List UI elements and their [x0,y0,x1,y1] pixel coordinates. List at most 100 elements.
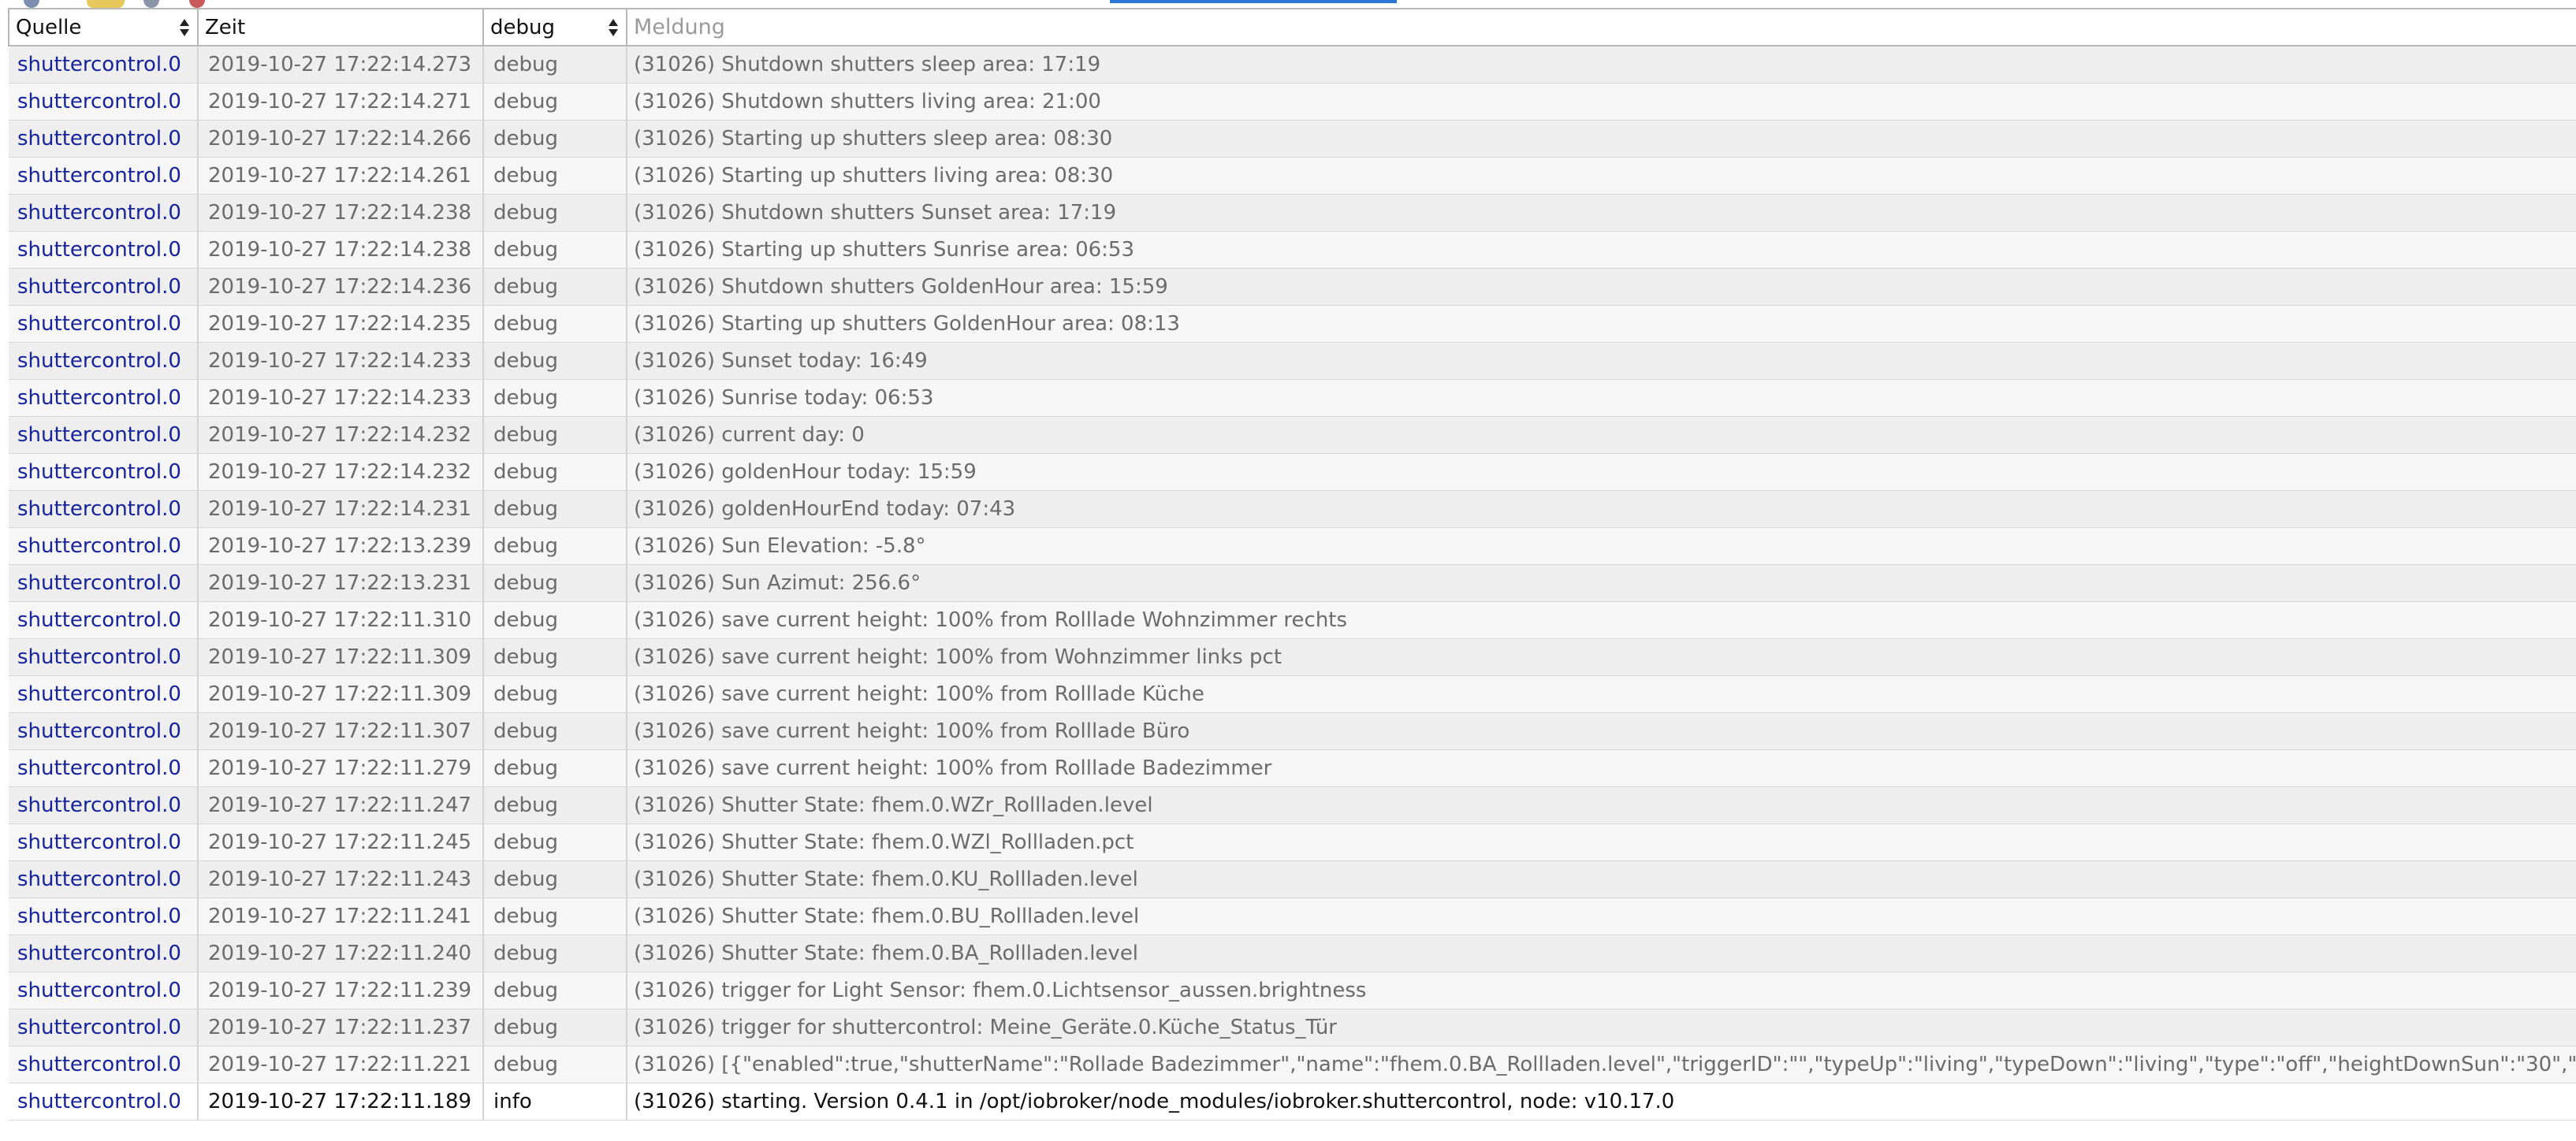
log-time: 2019-10-27 17:22:11.243 [198,860,484,898]
log-time: 2019-10-27 17:22:11.309 [198,638,484,676]
log-source: shuttercontrol.0 [9,157,199,195]
log-severity: debug [483,120,627,158]
log-source: shuttercontrol.0 [9,527,199,565]
log-source: shuttercontrol.0 [9,860,199,898]
log-message: (31026) Starting up shutters living area… [627,157,2576,195]
log-time: 2019-10-27 17:22:14.261 [198,157,484,195]
log-row: shuttercontrol.0 2019-10-27 17:22:14.233 d… [9,379,2576,417]
log-time: 2019-10-27 17:22:14.236 [198,268,484,306]
log-time: 2019-10-27 17:22:11.247 [198,786,484,824]
log-severity: debug [483,898,627,935]
log-severity: debug [483,712,627,750]
log-source: shuttercontrol.0 [9,675,199,713]
log-source: shuttercontrol.0 [9,305,199,343]
log-source: shuttercontrol.0 [9,564,199,602]
source-filter-select[interactable]: Quelle [8,8,199,46]
log-message: (31026) Shutdown shutters sleep area: 17… [627,46,2576,84]
log-severity: debug [483,453,627,491]
log-row: shuttercontrol.0 2019-10-27 17:22:14.238 d… [9,231,2576,269]
log-severity: info [483,1083,627,1121]
log-source: shuttercontrol.0 [9,786,199,824]
toolbar-icon[interactable] [24,0,39,8]
log-row: shuttercontrol.0 2019-10-27 17:22:11.243 d… [9,860,2576,898]
log-severity: debug [483,786,627,824]
log-message: (31026) current day: 0 [627,416,2576,454]
log-severity: debug [483,823,627,861]
toolbar-icon[interactable] [143,0,159,8]
log-message: (31026) Shutter State: fhem.0.WZr_Rollla… [627,786,2576,824]
log-message: (31026) save current height: 100% from W… [627,638,2576,676]
log-time: 2019-10-27 17:22:14.273 [198,46,484,84]
log-severity: debug [483,268,627,306]
message-filter-input[interactable]: Meldung [626,8,2576,46]
log-time: 2019-10-27 17:22:11.221 [198,1046,484,1083]
log-time: 2019-10-27 17:22:14.266 [198,120,484,158]
log-row: shuttercontrol.0 2019-10-27 17:22:13.231 d… [9,564,2576,602]
log-source: shuttercontrol.0 [9,46,199,84]
toolbar-icon[interactable] [87,0,125,8]
log-message: (31026) Shutdown shutters GoldenHour are… [627,268,2576,306]
log-severity: debug [483,83,627,121]
log-message: (31026) Shutter State: fhem.0.KU_Rolllad… [627,860,2576,898]
log-message: (31026) trigger for shuttercontrol: Mein… [627,1009,2576,1046]
log-row: shuttercontrol.0 2019-10-27 17:22:11.247 d… [9,786,2576,824]
log-source: shuttercontrol.0 [9,712,199,750]
log-source: shuttercontrol.0 [9,490,199,528]
log-time: 2019-10-27 17:22:11.241 [198,898,484,935]
log-time: 2019-10-27 17:22:11.189 [198,1083,484,1121]
log-source: shuttercontrol.0 [9,935,199,972]
log-message: (31026) trigger for Light Sensor: fhem.0… [627,972,2576,1009]
log-row: shuttercontrol.0 2019-10-27 17:22:11.240 d… [9,935,2576,972]
log-row: shuttercontrol.0 2019-10-27 17:22:14.271 d… [9,83,2576,121]
log-message: (31026) goldenHour today: 15:59 [627,453,2576,491]
log-severity: debug [483,416,627,454]
log-source: shuttercontrol.0 [9,823,199,861]
log-severity: debug [483,675,627,713]
log-row: shuttercontrol.0 2019-10-27 17:22:14.238 d… [9,194,2576,232]
log-time: 2019-10-27 17:22:11.310 [198,601,484,639]
log-time: 2019-10-27 17:22:14.232 [198,416,484,454]
log-message: (31026) Shutdown shutters living area: 2… [627,83,2576,121]
log-source: shuttercontrol.0 [9,898,199,935]
log-row: shuttercontrol.0 2019-10-27 17:22:11.309 d… [9,638,2576,676]
log-source: shuttercontrol.0 [9,1009,199,1046]
time-column-label: Zeit [205,15,246,39]
log-row: shuttercontrol.0 2019-10-27 17:22:14.261 d… [9,157,2576,195]
log-source: shuttercontrol.0 [9,231,199,269]
toolbar-icon[interactable] [189,0,205,8]
log-row: shuttercontrol.0 2019-10-27 17:22:11.189 i… [9,1083,2576,1121]
log-severity: debug [483,860,627,898]
log-message: (31026) save current height: 100% from R… [627,749,2576,787]
log-severity: debug [483,231,627,269]
select-arrows-icon [180,18,189,36]
severity-filter-select[interactable]: debug [482,8,627,46]
log-message: (31026) save current height: 100% from R… [627,675,2576,713]
log-time: 2019-10-27 17:22:14.233 [198,379,484,417]
log-message: (31026) [{"enabled":true,"shutterName":"… [627,1046,2576,1083]
log-severity: debug [483,749,627,787]
log-message: (31026) Sun Azimut: 256.6° [627,564,2576,602]
message-filter-placeholder: Meldung [634,15,725,39]
log-source: shuttercontrol.0 [9,453,199,491]
log-message: (31026) save current height: 100% from R… [627,712,2576,750]
log-table-body: shuttercontrol.0 2019-10-27 17:22:14.273 d… [9,46,2576,1121]
log-table: Quelle Zeit debug Meldung shuttercontrol… [8,8,2576,1121]
log-time: 2019-10-27 17:22:11.240 [198,935,484,972]
log-time: 2019-10-27 17:22:14.235 [198,305,484,343]
log-source: shuttercontrol.0 [9,749,199,787]
log-source: shuttercontrol.0 [9,120,199,158]
log-source: shuttercontrol.0 [9,194,199,232]
log-row: shuttercontrol.0 2019-10-27 17:22:14.236 d… [9,268,2576,306]
log-time: 2019-10-27 17:22:11.279 [198,749,484,787]
log-time: 2019-10-27 17:22:14.231 [198,490,484,528]
log-source: shuttercontrol.0 [9,1083,199,1121]
log-severity: debug [483,601,627,639]
log-message: (31026) starting. Version 0.4.1 in /opt/… [627,1083,2576,1121]
log-time: 2019-10-27 17:22:13.239 [198,527,484,565]
log-time: 2019-10-27 17:22:14.233 [198,342,484,380]
log-time: 2019-10-27 17:22:11.239 [198,972,484,1009]
log-row: shuttercontrol.0 2019-10-27 17:22:11.221 d… [9,1046,2576,1083]
log-severity: debug [483,972,627,1009]
log-message: (31026) Shutter State: fhem.0.BA_Rolllad… [627,935,2576,972]
log-severity: debug [483,157,627,195]
